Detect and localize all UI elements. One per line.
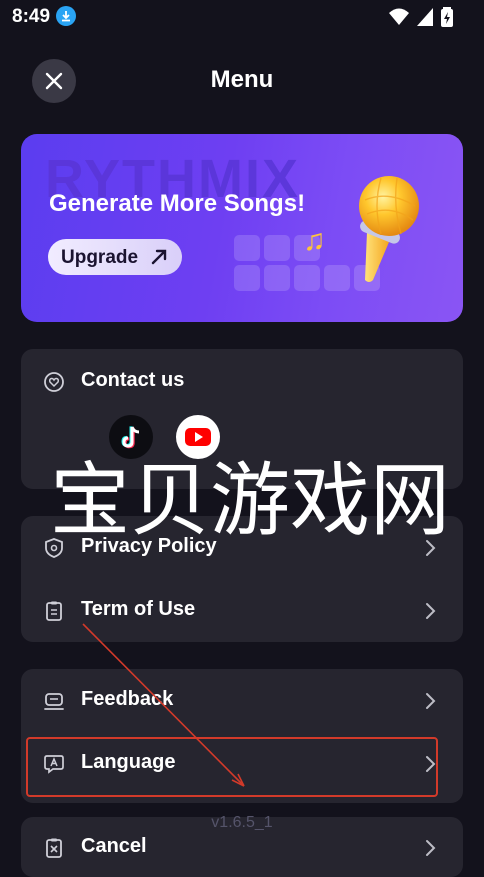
download-icon xyxy=(56,6,76,26)
status-time: 8:49 xyxy=(12,6,51,27)
feedback-icon xyxy=(44,693,64,710)
menu-item-label: Term of Use xyxy=(81,598,196,620)
menu-item-feedback[interactable]: Feedback xyxy=(21,676,463,726)
menu-item-term-of-use[interactable]: Term of Use xyxy=(21,586,463,636)
banner-tile xyxy=(294,265,320,291)
heart-badge-icon xyxy=(44,372,64,392)
banner-tile xyxy=(264,265,290,291)
upgrade-banner[interactable]: RYTHMIX Generate More Songs! Upgrade ♫ xyxy=(21,134,463,322)
upgrade-button-label: Upgrade xyxy=(61,247,139,268)
chevron-right-icon xyxy=(426,603,436,619)
system-icons xyxy=(388,7,468,27)
page-title: Menu xyxy=(210,66,274,93)
banner-tile xyxy=(264,235,290,261)
banner-title: Generate More Songs! xyxy=(49,190,306,217)
clipboard-icon xyxy=(46,601,62,621)
menu-item-label: Feedback xyxy=(81,688,174,710)
chevron-right-icon xyxy=(426,693,436,709)
contact-label: Contact us xyxy=(81,369,185,391)
signal-icon xyxy=(417,8,433,26)
banner-tile xyxy=(234,265,260,291)
app-version: v1.6.5_1 xyxy=(211,814,273,831)
cancel-doc-icon xyxy=(46,838,62,858)
arrow-up-right-icon xyxy=(151,249,167,265)
status-bar: 8:49 xyxy=(0,0,484,34)
language-highlight-box xyxy=(26,737,438,797)
music-note-icon: ♫ xyxy=(303,224,326,257)
watermark-text: 宝贝游戏网 xyxy=(50,454,450,547)
wifi-icon xyxy=(389,8,409,25)
banner-tile xyxy=(234,235,260,261)
microphone-icon xyxy=(359,176,419,282)
chevron-right-icon xyxy=(426,840,436,856)
upgrade-button[interactable]: Upgrade xyxy=(48,239,182,275)
battery-icon xyxy=(441,7,453,27)
menu-item-label: Cancel xyxy=(81,835,147,857)
contact-row: Contact us xyxy=(21,357,463,407)
